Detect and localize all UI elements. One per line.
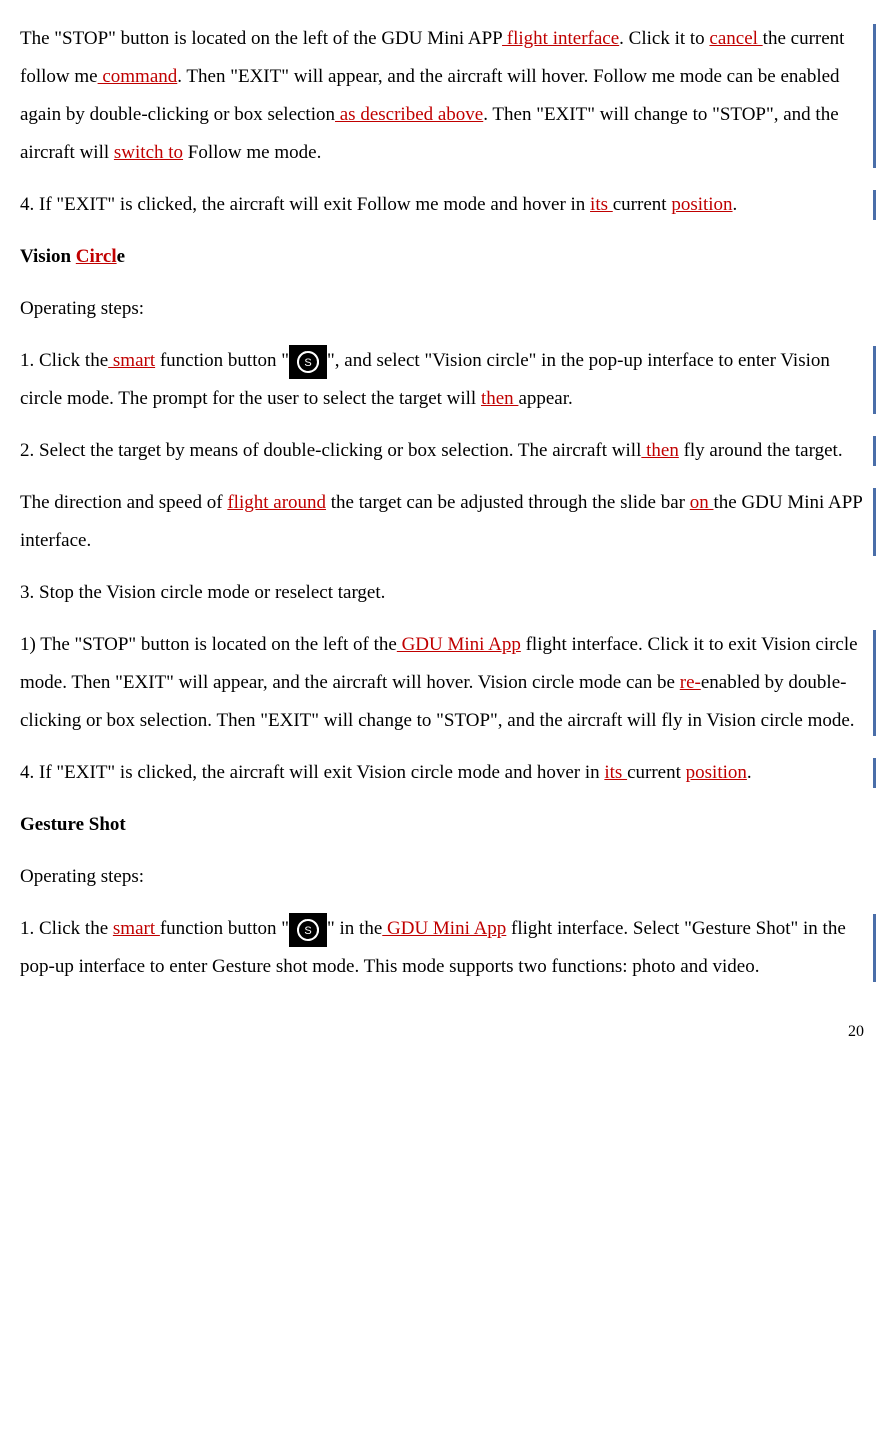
text: 4. If "EXIT" is clicked, the aircraft wi… — [20, 762, 604, 783]
text: appear. — [518, 388, 572, 409]
text: . Click it to — [619, 28, 709, 49]
text: . — [733, 194, 738, 215]
tracked-change: on — [690, 492, 714, 513]
tracked-change: cancel — [709, 28, 762, 49]
paragraph-step1-vision: 1. Click the smart function button "S", … — [20, 342, 864, 418]
tracked-change: as described above — [335, 104, 483, 125]
text: Vision — [20, 246, 76, 267]
paragraph-exit-vision: 4. If "EXIT" is clicked, the aircraft wi… — [20, 754, 864, 792]
text: 4. If "EXIT" is clicked, the aircraft wi… — [20, 194, 590, 215]
paragraph-operating-steps-2: Operating steps: — [20, 858, 864, 896]
tracked-change: switch to — [114, 142, 183, 163]
svg-text:S: S — [304, 357, 311, 369]
tracked-change: flight interface — [502, 28, 619, 49]
smart-function-icon: S — [289, 345, 327, 379]
text: e — [117, 246, 125, 267]
paragraph-step3-vision: 3. Stop the Vision circle mode or resele… — [20, 574, 864, 612]
heading-vision-circle: Vision Circle — [20, 238, 864, 276]
tracked-change: flight around — [227, 492, 326, 513]
svg-text:S: S — [304, 925, 311, 937]
tracked-change: smart — [113, 918, 160, 939]
tracked-change: its — [590, 194, 613, 215]
paragraph-step1-gesture: 1. Click the smart function button " S " i… — [20, 910, 864, 986]
tracked-change: re- — [680, 672, 701, 693]
smart-function-icon: S — [289, 913, 327, 947]
text: 1) The "STOP" button is located on the l… — [20, 634, 397, 655]
paragraph-stop-button: The "STOP" button is located on the left… — [20, 20, 864, 172]
text: function button " — [160, 918, 289, 939]
tracked-change: position — [686, 762, 747, 783]
tracked-change: then — [481, 388, 518, 409]
tracked-change: its — [604, 762, 627, 783]
paragraph-step2-vision: 2. Select the target by means of double-… — [20, 432, 864, 470]
text: fly around the target. — [679, 440, 843, 461]
text: the target can be adjusted through the s… — [326, 492, 690, 513]
tracked-change: Circl — [76, 246, 117, 267]
paragraph-exit-follow: 4. If "EXIT" is clicked, the aircraft wi… — [20, 186, 864, 224]
text: Follow me mode. — [183, 142, 321, 163]
text: The "STOP" button is located on the left… — [20, 28, 502, 49]
text: 1. Click the — [20, 918, 113, 939]
text: " in the — [327, 918, 382, 939]
text: mode. The prompt for the user to select … — [62, 388, 481, 409]
text: 1. Click the — [20, 350, 108, 371]
tracked-change: smart — [108, 350, 155, 371]
text: function button " — [155, 350, 289, 371]
tracked-change: position — [671, 194, 732, 215]
text: The direction and speed of — [20, 492, 227, 513]
tracked-change: GDU Mini App — [397, 634, 521, 655]
tracked-change: GDU Mini App — [382, 918, 506, 939]
text: 2. Select the target by means of double-… — [20, 440, 641, 461]
page-number: 20 — [20, 1016, 864, 1048]
tracked-change: then — [641, 440, 678, 461]
text: . — [747, 762, 752, 783]
tracked-change: command — [98, 66, 178, 87]
paragraph-operating-steps: Operating steps: — [20, 290, 864, 328]
text: current — [627, 762, 686, 783]
paragraph-direction-speed: The direction and speed of flight around… — [20, 484, 864, 560]
heading-gesture-shot: Gesture Shot — [20, 806, 864, 844]
text: current — [613, 194, 672, 215]
paragraph-stop-vision: 1) The "STOP" button is located on the l… — [20, 626, 864, 740]
